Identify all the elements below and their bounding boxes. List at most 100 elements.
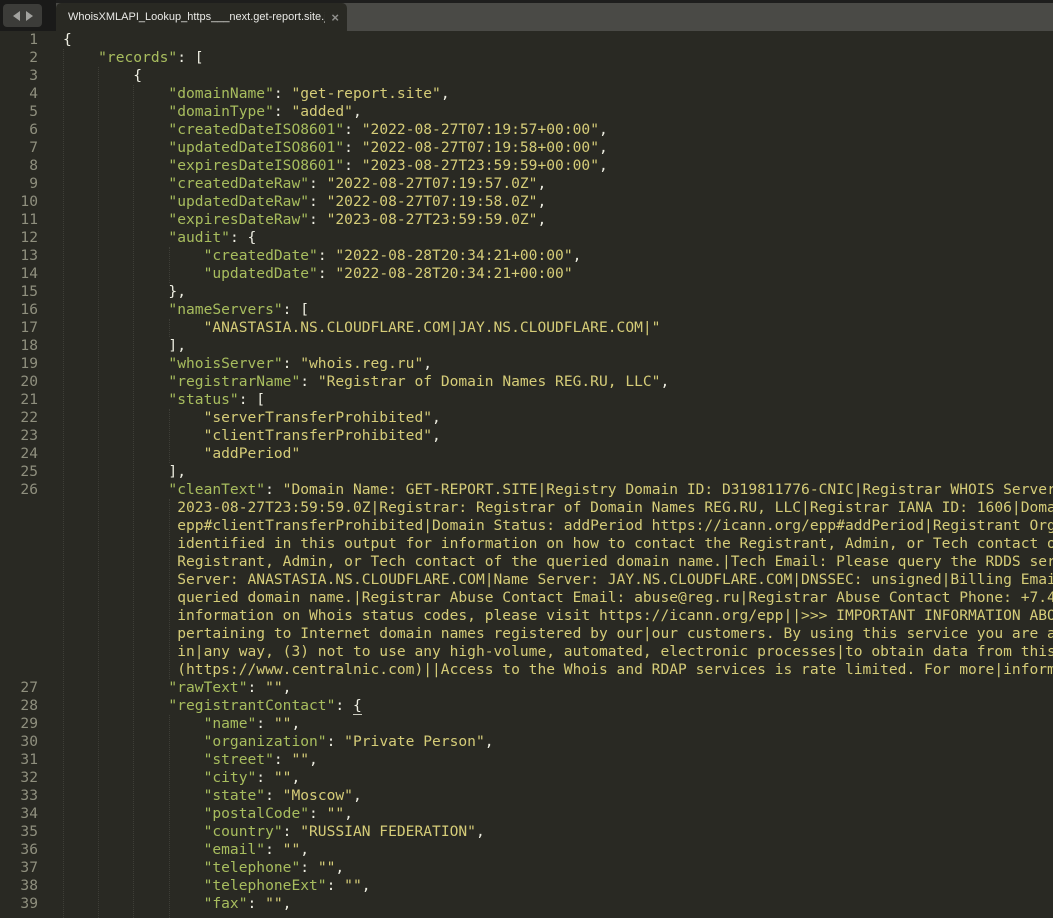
code-line: 2023-08-27T23:59:59.0Z|Registrar: Regist…	[0, 499, 1053, 517]
code-line: in|any way, (3) not to use any high-volu…	[0, 643, 1053, 661]
code-line: 2 "records": [	[0, 49, 1053, 67]
line-number: 18	[0, 337, 38, 355]
code-line: 17 "ANASTASIA.NS.CLOUDFLARE.COM|JAY.NS.C…	[0, 319, 1053, 337]
line-number: 25	[0, 463, 38, 481]
code-line: (https://www.centralnic.com)||Access to …	[0, 661, 1053, 679]
code-line: 14 "updatedDate": "2022-08-28T20:34:21+0…	[0, 265, 1053, 283]
code-line: 11 "expiresDateRaw": "2023-08-27T23:59:5…	[0, 211, 1053, 229]
line-number: 8	[0, 157, 38, 175]
code-line: 12 "audit": {	[0, 229, 1053, 247]
code-line: 30 "organization": "Private Person",	[0, 733, 1053, 751]
line-number	[0, 625, 38, 643]
code-line: 26 "cleanText": "Domain Name: GET-REPORT…	[0, 481, 1053, 499]
line-number: 36	[0, 841, 38, 859]
code-editor[interactable]: 1{2 "records": [3 {4 "domainName": "get-…	[0, 31, 1053, 918]
line-number: 5	[0, 103, 38, 121]
code-line: 6 "createdDateISO8601": "2022-08-27T07:1…	[0, 121, 1053, 139]
code-line: 33 "state": "Moscow",	[0, 787, 1053, 805]
code-line: 15 },	[0, 283, 1053, 301]
line-number: 30	[0, 733, 38, 751]
line-number	[0, 535, 38, 553]
tab-scroll-area	[0, 0, 56, 31]
code-line: 31 "street": "",	[0, 751, 1053, 769]
line-number: 6	[0, 121, 38, 139]
code-line: 36 "email": "",	[0, 841, 1053, 859]
code-line: pertaining to Internet domain names regi…	[0, 625, 1053, 643]
code-line: queried domain name.|Registrar Abuse Con…	[0, 589, 1053, 607]
code-line: information on Whois status codes, pleas…	[0, 607, 1053, 625]
code-line: 28 "registrantContact": {	[0, 697, 1053, 715]
line-number: 37	[0, 859, 38, 877]
tab-active[interactable]: WhoisXMLAPI_Lookup_https___next.get-repo…	[56, 3, 347, 31]
line-number: 24	[0, 445, 38, 463]
line-number: 28	[0, 697, 38, 715]
code-line: 9 "createdDateRaw": "2022-08-27T07:19:57…	[0, 175, 1053, 193]
code-line: 3 {	[0, 67, 1053, 85]
line-number: 23	[0, 427, 38, 445]
code-line: 13 "createdDate": "2022-08-28T20:34:21+0…	[0, 247, 1053, 265]
code-content: 1{2 "records": [3 {4 "domainName": "get-…	[0, 31, 1053, 913]
line-number	[0, 553, 38, 571]
code-line: 38 "telephoneExt": "",	[0, 877, 1053, 895]
line-number: 7	[0, 139, 38, 157]
line-number: 27	[0, 679, 38, 697]
line-number: 35	[0, 823, 38, 841]
line-number: 34	[0, 805, 38, 823]
line-number: 20	[0, 373, 38, 391]
code-line: 19 "whoisServer": "whois.reg.ru",	[0, 355, 1053, 373]
code-line: 37 "telephone": "",	[0, 859, 1053, 877]
line-number: 2	[0, 49, 38, 67]
code-line: 35 "country": "RUSSIAN FEDERATION",	[0, 823, 1053, 841]
code-line: 7 "updatedDateISO8601": "2022-08-27T07:1…	[0, 139, 1053, 157]
line-number: 3	[0, 67, 38, 85]
line-number	[0, 661, 38, 679]
code-line: Server: ANASTASIA.NS.CLOUDFLARE.COM|Name…	[0, 571, 1053, 589]
code-line: 24 "addPeriod"	[0, 445, 1053, 463]
line-number	[0, 643, 38, 661]
line-number: 29	[0, 715, 38, 733]
line-number	[0, 499, 38, 517]
code-line: 27 "rawText": "",	[0, 679, 1053, 697]
line-number: 19	[0, 355, 38, 373]
line-number: 17	[0, 319, 38, 337]
line-number: 26	[0, 481, 38, 499]
code-line: 4 "domainName": "get-report.site",	[0, 85, 1053, 103]
code-line: 23 "clientTransferProhibited",	[0, 427, 1053, 445]
code-line: 18 ],	[0, 337, 1053, 355]
line-number	[0, 607, 38, 625]
line-number: 13	[0, 247, 38, 265]
code-line: 21 "status": [	[0, 391, 1053, 409]
line-number: 14	[0, 265, 38, 283]
close-icon[interactable]: ×	[331, 11, 339, 24]
code-line: 5 "domainType": "added",	[0, 103, 1053, 121]
code-line: identified in this output for informatio…	[0, 535, 1053, 553]
code-line: 29 "name": "",	[0, 715, 1053, 733]
line-number: 32	[0, 769, 38, 787]
code-line: 20 "registrarName": "Registrar of Domain…	[0, 373, 1053, 391]
line-number: 22	[0, 409, 38, 427]
code-line: 25 ],	[0, 463, 1053, 481]
line-number: 1	[0, 31, 38, 49]
code-line: 39 "fax": "",	[0, 895, 1053, 913]
line-number: 9	[0, 175, 38, 193]
line-number: 11	[0, 211, 38, 229]
line-number: 10	[0, 193, 38, 211]
scroll-tabs-left-icon[interactable]	[13, 11, 20, 21]
tab-bar: WhoisXMLAPI_Lookup_https___next.get-repo…	[0, 0, 1053, 31]
line-number: 38	[0, 877, 38, 895]
line-number: 39	[0, 895, 38, 913]
code-line: 22 "serverTransferProhibited",	[0, 409, 1053, 427]
line-number	[0, 517, 38, 535]
code-line: 10 "updatedDateRaw": "2022-08-27T07:19:5…	[0, 193, 1053, 211]
tab-title: WhoisXMLAPI_Lookup_https___next.get-repo…	[68, 11, 325, 23]
line-number: 33	[0, 787, 38, 805]
code-line: 34 "postalCode": "",	[0, 805, 1053, 823]
code-line: 16 "nameServers": [	[0, 301, 1053, 319]
code-line: epp#clientTransferProhibited|Domain Stat…	[0, 517, 1053, 535]
line-number: 16	[0, 301, 38, 319]
code-line: 1{	[0, 31, 1053, 49]
line-number: 4	[0, 85, 38, 103]
code-line: 32 "city": "",	[0, 769, 1053, 787]
scroll-tabs-right-icon[interactable]	[26, 11, 33, 21]
tab-scroll-buttons[interactable]	[3, 4, 42, 27]
